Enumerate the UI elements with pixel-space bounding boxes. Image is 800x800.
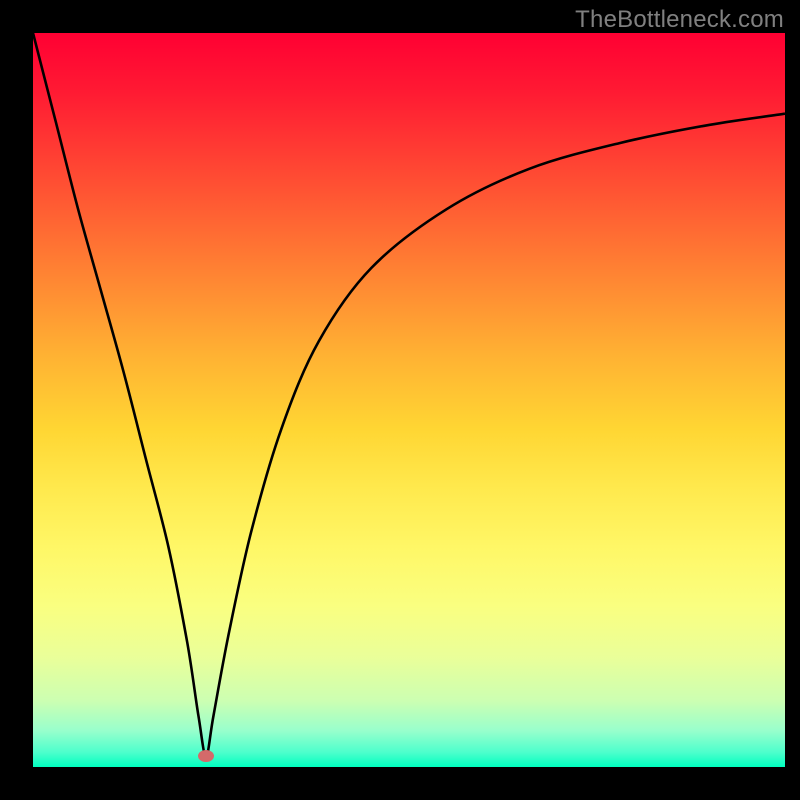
bottleneck-curve (33, 33, 785, 756)
chart-svg (33, 33, 785, 767)
attribution-text: TheBottleneck.com (575, 6, 784, 34)
chart-plot-area (33, 33, 785, 767)
chart-frame: TheBottleneck.com (0, 0, 800, 800)
min-marker (198, 750, 214, 762)
